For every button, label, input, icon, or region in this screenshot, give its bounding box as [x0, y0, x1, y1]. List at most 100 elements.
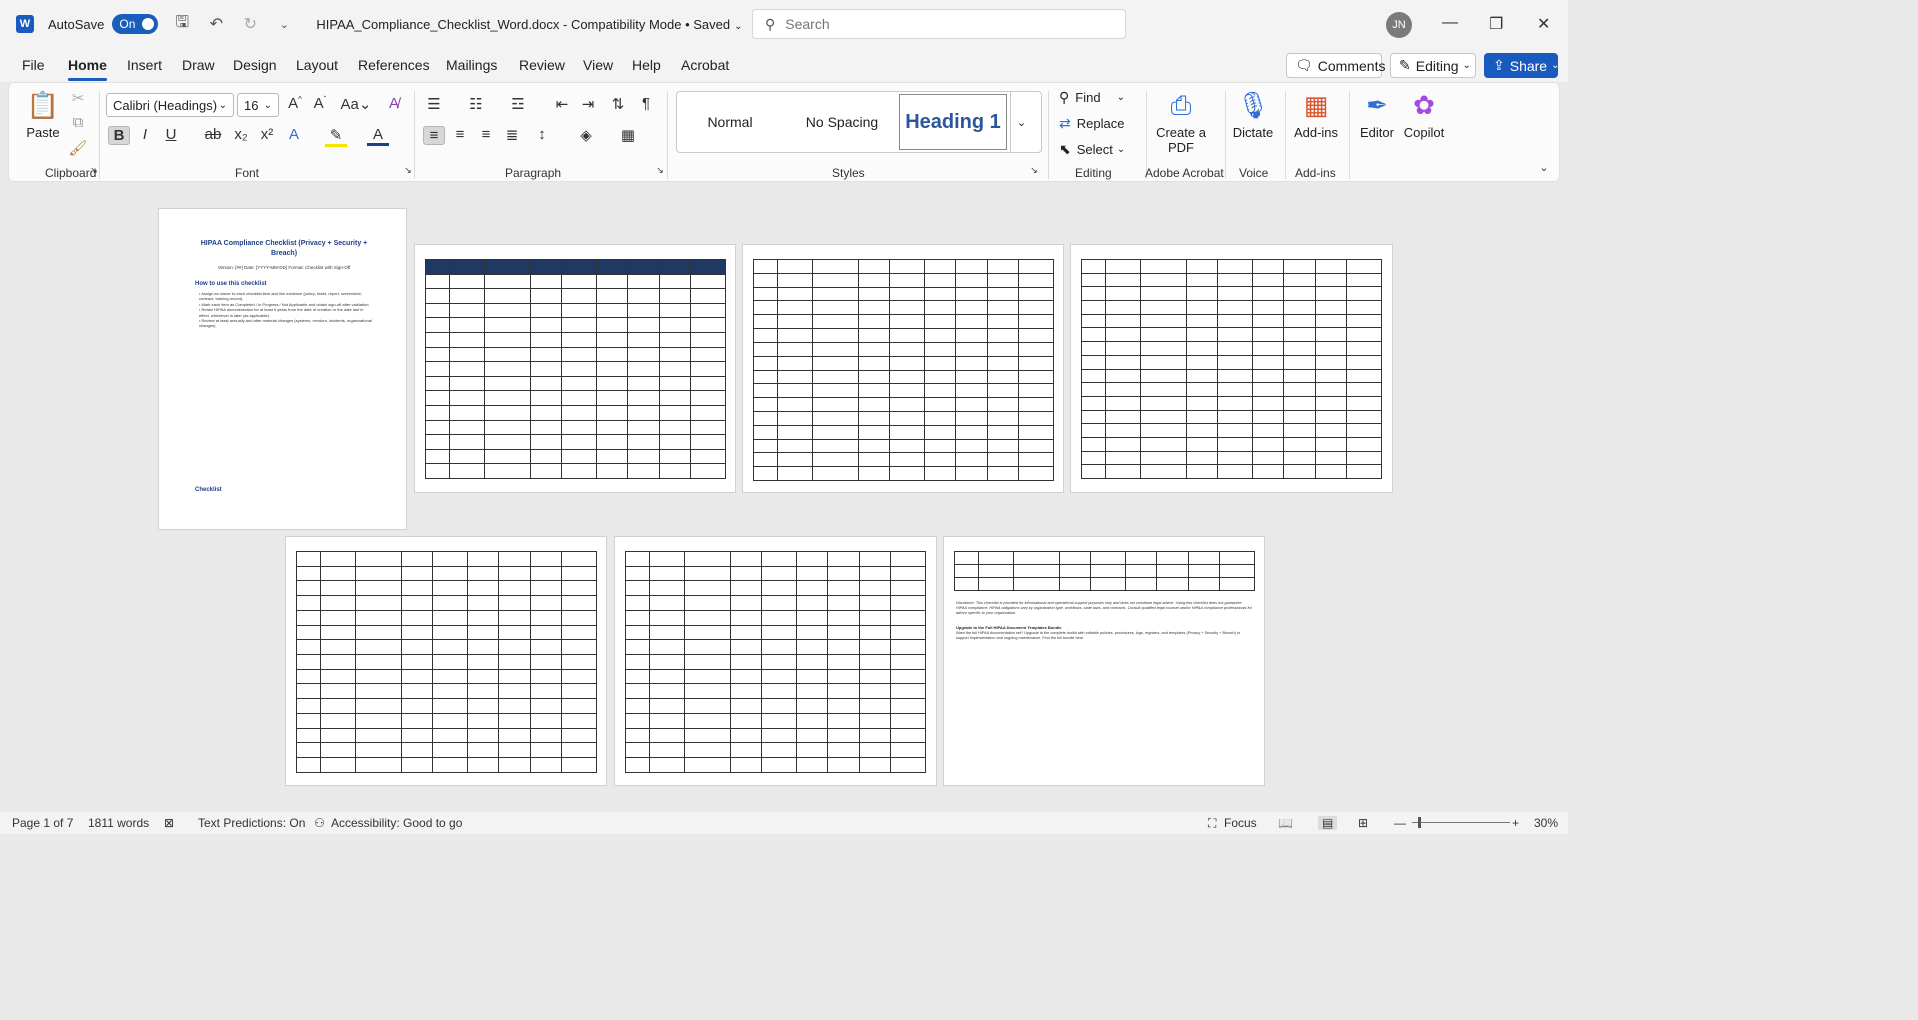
table-cell [978, 564, 1015, 578]
borders-icon[interactable]: ▦ [617, 126, 639, 144]
tab-design[interactable]: Design [233, 57, 277, 73]
minimize-icon[interactable]: — [1442, 14, 1458, 32]
page-5[interactable] [285, 536, 607, 786]
dialog-launcher-icon[interactable]: ↘ [397, 165, 419, 176]
word-count[interactable]: 1811 words [88, 816, 149, 830]
collapse-ribbon-icon[interactable]: ⌄ [1533, 161, 1555, 174]
styles-more-icon[interactable]: ⌄ [1010, 92, 1032, 152]
change-case-icon[interactable]: Aa⌄ [339, 95, 373, 113]
tab-layout[interactable]: Layout [296, 57, 338, 73]
numbering-icon[interactable]: ☷ [465, 95, 487, 113]
dialog-launcher-icon[interactable]: ↘ [1023, 165, 1045, 176]
align-center-icon[interactable]: ≡ [449, 126, 471, 143]
select-button[interactable]: ⬉ Select ⌄ [1059, 141, 1125, 158]
copilot-button[interactable]: ✿ Copilot [1401, 89, 1447, 140]
font-size-combo[interactable]: 16 ⌄ [237, 93, 279, 117]
tab-acrobat[interactable]: Acrobat [681, 57, 729, 73]
page-7[interactable]: Disclaimer: This checklist is provided f… [943, 536, 1265, 786]
dialog-launcher-icon[interactable]: ↘ [83, 165, 105, 176]
increase-indent-icon[interactable]: ⇥ [577, 95, 599, 113]
grow-font-icon[interactable]: A^ [284, 95, 306, 112]
copy-icon[interactable]: ⧉ [67, 114, 89, 131]
multilevel-list-icon[interactable]: ☲ [507, 95, 529, 113]
proofing-icon[interactable]: ⊠ [164, 816, 174, 830]
shrink-font-icon[interactable]: Aˇ [309, 95, 331, 112]
page-3[interactable] [742, 244, 1064, 493]
format-painter-icon[interactable]: 🖌 [67, 139, 89, 157]
tab-view[interactable]: View [583, 57, 613, 73]
search-box[interactable]: ⚲ [752, 9, 1126, 39]
autosave-toggle[interactable]: On [112, 14, 159, 34]
customize-toolbar-chevron-icon[interactable]: ⌄ [274, 18, 294, 31]
restore-icon[interactable]: ❐ [1489, 14, 1503, 34]
font-name-combo[interactable]: Calibri (Headings) ⌄ [106, 93, 234, 117]
text-effects-icon[interactable]: A [283, 126, 305, 143]
bold-icon[interactable]: B [108, 126, 130, 145]
style-heading-1[interactable]: Heading 1 [899, 94, 1007, 150]
tab-draw[interactable]: Draw [182, 57, 215, 73]
addins-button[interactable]: ▦ Add-ins [1293, 89, 1339, 140]
style-normal[interactable]: Normal [680, 92, 780, 152]
show-formatting-marks-icon[interactable]: ¶ [635, 95, 657, 112]
editor-button[interactable]: ✒ Editor [1357, 89, 1397, 140]
create-pdf-button[interactable]: ⎙ Create a PDF [1153, 89, 1209, 155]
page-count[interactable]: Page 1 of 7 [12, 816, 73, 830]
web-layout-icon[interactable]: ⊞ [1358, 816, 1368, 830]
tab-help[interactable]: Help [632, 57, 661, 73]
dictate-button[interactable]: 🎙 Dictate [1231, 89, 1275, 140]
page-6[interactable] [614, 536, 937, 786]
italic-icon[interactable]: I [134, 126, 156, 143]
align-left-icon[interactable]: ≡ [423, 126, 445, 145]
subscript-icon[interactable]: x₂ [230, 126, 252, 143]
strikethrough-icon[interactable]: ab [202, 126, 224, 143]
tab-home[interactable]: Home [68, 57, 107, 81]
zoom-slider[interactable] [1412, 822, 1510, 823]
tab-references[interactable]: References [358, 57, 430, 73]
undo-icon[interactable]: ↶ [206, 14, 226, 34]
text-predictions[interactable]: Text Predictions: On [198, 816, 305, 830]
bullets-icon[interactable]: ☰ [423, 95, 445, 113]
paste-button[interactable]: 📋 Paste [23, 89, 63, 140]
accessibility-status[interactable]: Accessibility: Good to go [331, 816, 462, 830]
line-spacing-icon[interactable]: ↕ [531, 126, 553, 143]
superscript-icon[interactable]: x² [256, 126, 278, 143]
justify-icon[interactable]: ≣ [501, 126, 523, 144]
find-button[interactable]: ⚲ Find ⌄ [1059, 89, 1125, 106]
underline-icon[interactable]: U [160, 126, 182, 143]
replace-button[interactable]: ⇄ Replace [1059, 115, 1124, 132]
share-button[interactable]: ⇪ Share ⌄ [1484, 53, 1559, 78]
tab-review[interactable]: Review [519, 57, 565, 73]
document-title[interactable]: HIPAA_Compliance_Checklist_Word.docx - C… [316, 17, 742, 32]
font-color-icon[interactable]: A [367, 126, 389, 146]
zoom-level[interactable]: 30% [1534, 816, 1558, 830]
zoom-slider-thumb[interactable] [1418, 817, 1421, 828]
cut-icon[interactable]: ✂ [67, 89, 89, 107]
editing-mode-button[interactable]: ✎ Editing ⌄ [1390, 53, 1476, 78]
page-2[interactable] [414, 244, 736, 493]
save-icon[interactable]: 🖫 [172, 11, 192, 38]
decrease-indent-icon[interactable]: ⇤ [551, 95, 573, 113]
print-layout-icon[interactable]: ▤ [1318, 816, 1338, 830]
search-input[interactable] [785, 16, 1086, 32]
zoom-out-icon[interactable]: — [1394, 816, 1406, 830]
focus-mode[interactable]: Focus [1224, 816, 1257, 830]
user-avatar[interactable]: JN [1386, 12, 1412, 38]
sort-icon[interactable]: ⇅ [607, 95, 629, 113]
style-no-spacing[interactable]: No Spacing [788, 92, 896, 152]
tab-mailings[interactable]: Mailings [446, 57, 497, 73]
clear-formatting-icon[interactable]: A̸ [383, 95, 405, 112]
tab-insert[interactable]: Insert [127, 57, 162, 73]
close-icon[interactable]: ✕ [1537, 14, 1550, 34]
page-1[interactable]: HIPAA Compliance Checklist (Privacy + Se… [158, 208, 407, 530]
table-row [295, 609, 597, 626]
comments-button[interactable]: 🗨 Comments [1286, 53, 1385, 78]
read-mode-icon[interactable]: 📖 [1278, 816, 1293, 830]
page-4[interactable] [1070, 244, 1393, 493]
align-right-icon[interactable]: ≡ [475, 126, 497, 143]
shading-icon[interactable]: ◈ [575, 126, 597, 144]
highlight-icon[interactable]: ✎ [325, 126, 347, 147]
tab-file[interactable]: File [22, 57, 45, 73]
zoom-in-icon[interactable]: + [1512, 816, 1519, 830]
table-row [752, 466, 1054, 481]
redo-icon[interactable]: ↻ [240, 14, 260, 34]
